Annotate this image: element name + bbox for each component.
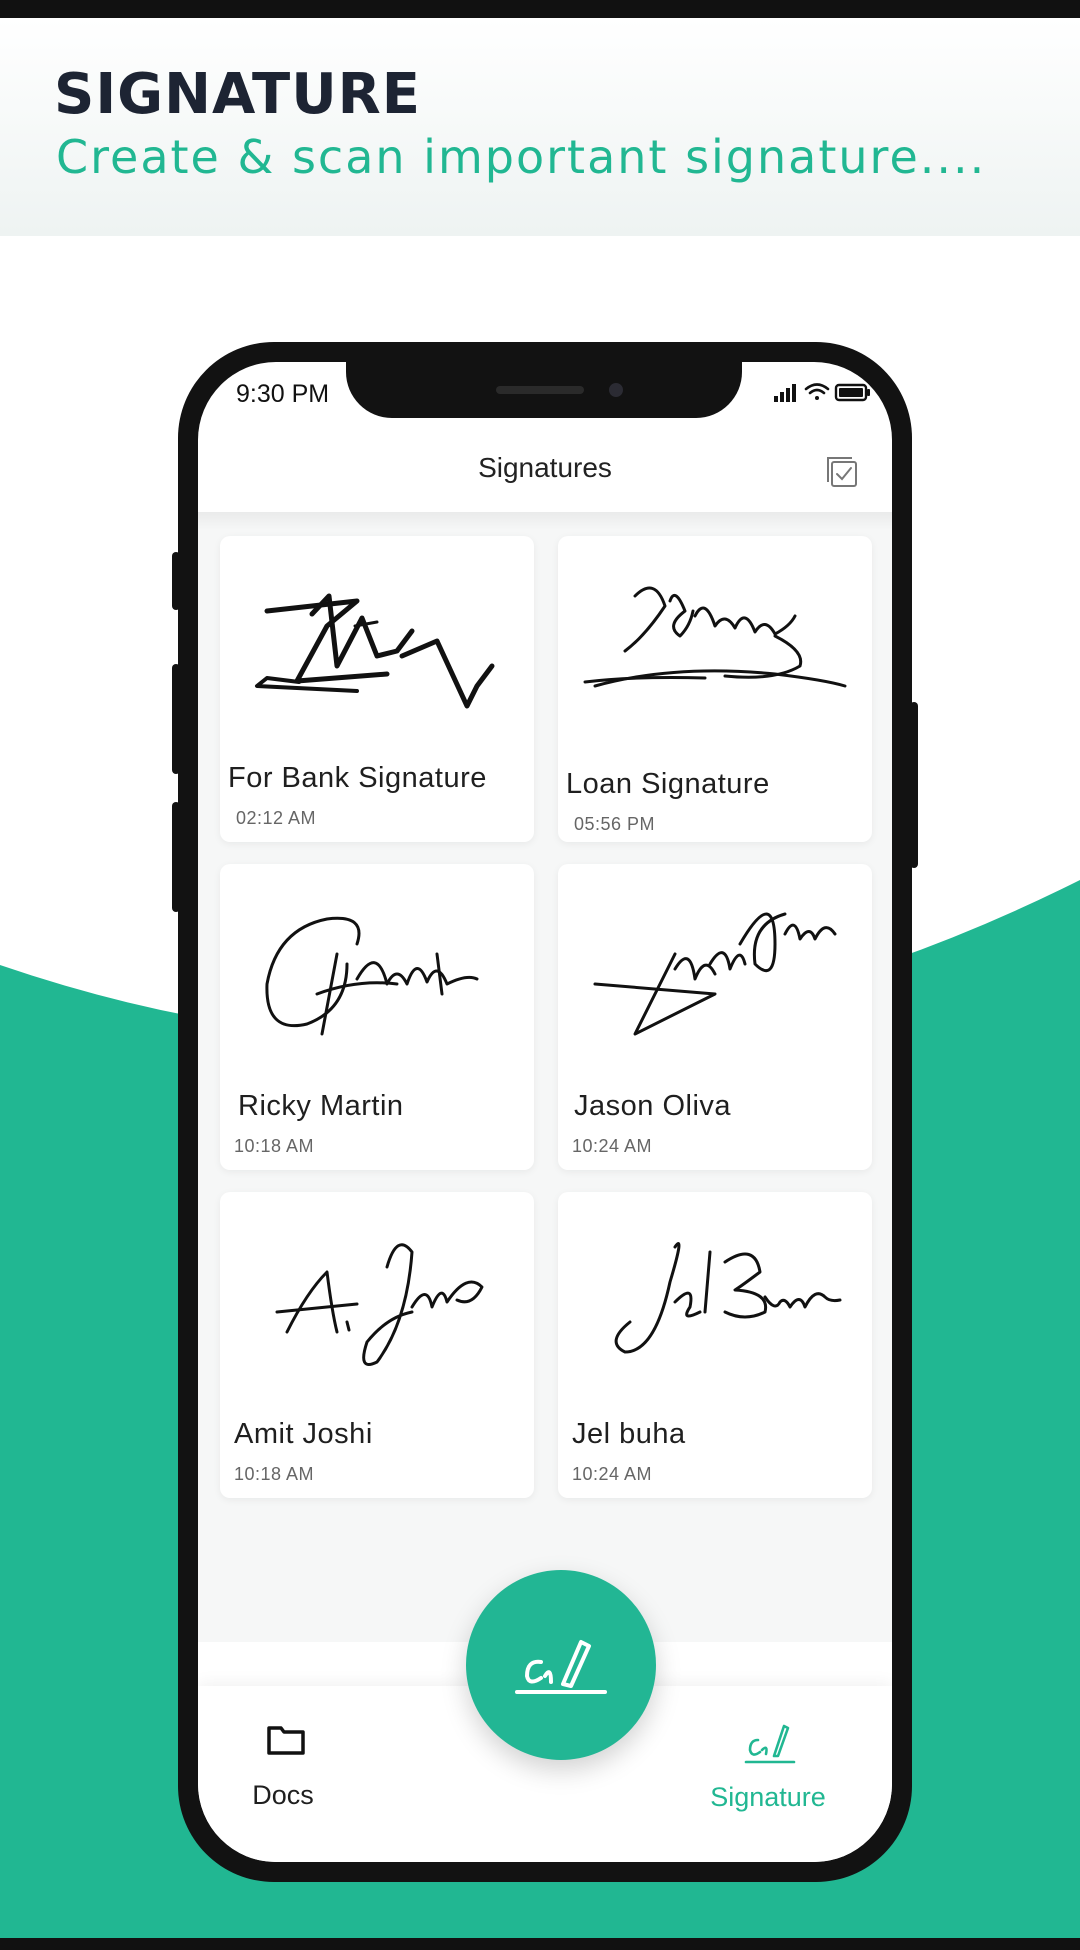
signature-time: 10:24 AM	[572, 1464, 653, 1484]
signature-name: Jason Oliva	[574, 1090, 732, 1122]
wifi-icon	[804, 383, 830, 400]
signature-time: 02:12 AM	[236, 808, 317, 828]
signature-image	[275, 1243, 484, 1366]
signature-card[interactable]: For Bank Signature 02:12 AM	[220, 536, 534, 842]
signature-name: For Bank Signature	[228, 762, 487, 794]
app-bar-shadow	[198, 512, 892, 530]
nav-docs[interactable]: Docs	[218, 1696, 348, 1816]
nav-signature-label: Signature	[710, 1782, 826, 1812]
phone-volume-down-button	[172, 802, 180, 912]
signature-image	[265, 916, 479, 1036]
folder-icon	[267, 1726, 305, 1755]
signal-icon	[774, 384, 796, 402]
phone-volume-up-button	[172, 664, 180, 774]
speaker-grille	[496, 386, 584, 394]
nav-signature[interactable]: Signature	[678, 1696, 858, 1826]
phone-power-button	[910, 702, 918, 868]
add-signature-fab[interactable]	[466, 1570, 656, 1760]
signature-card[interactable]: Ricky Martin 10:18 AM	[220, 864, 534, 1170]
signature-time: 10:18 AM	[234, 1136, 315, 1156]
bottom-system-bar	[0, 1938, 1080, 1950]
signature-image	[583, 586, 847, 688]
signature-time: 05:56 PM	[574, 814, 656, 834]
phone-screen: 9:30 PM Signatures For Bank Signature 02…	[198, 362, 892, 1862]
signature-image	[255, 593, 495, 709]
promo-header	[0, 18, 1080, 236]
nav-docs-label: Docs	[252, 1780, 314, 1810]
signature-name: Amit Joshi	[234, 1418, 373, 1450]
app-title: Signatures	[478, 452, 612, 483]
signature-image	[614, 1242, 842, 1354]
battery-icon	[834, 383, 870, 402]
signature-name: Loan Signature	[566, 768, 770, 800]
signature-icon	[744, 1724, 796, 1764]
select-all-icon[interactable]	[822, 452, 860, 490]
signature-time: 10:18 AM	[234, 1464, 315, 1484]
phone-mockup: 9:30 PM Signatures For Bank Signature 02…	[172, 342, 918, 1882]
signature-card[interactable]: Amit Joshi 10:18 AM	[220, 1192, 534, 1498]
status-time: 9:30 PM	[236, 380, 330, 408]
front-camera	[609, 383, 623, 397]
signature-name: Jel buha	[572, 1418, 686, 1450]
promo-title: SIGNATURE	[54, 62, 422, 127]
signature-name: Ricky Martin	[238, 1090, 404, 1122]
signature-pen-icon	[515, 1640, 607, 1694]
top-system-bar	[0, 0, 1080, 18]
status-icons	[774, 383, 870, 402]
signature-card[interactable]: Jel buha 10:24 AM	[558, 1192, 872, 1498]
signature-time: 10:24 AM	[572, 1136, 653, 1156]
phone-mute-button	[172, 552, 180, 610]
signature-image	[593, 912, 837, 1036]
signature-card[interactable]: Loan Signature 05:56 PM	[558, 536, 872, 842]
phone-notch	[346, 362, 742, 418]
promo-subtitle: Create & scan important signature....	[56, 130, 987, 184]
signature-card[interactable]: Jason Oliva 10:24 AM	[558, 864, 872, 1170]
